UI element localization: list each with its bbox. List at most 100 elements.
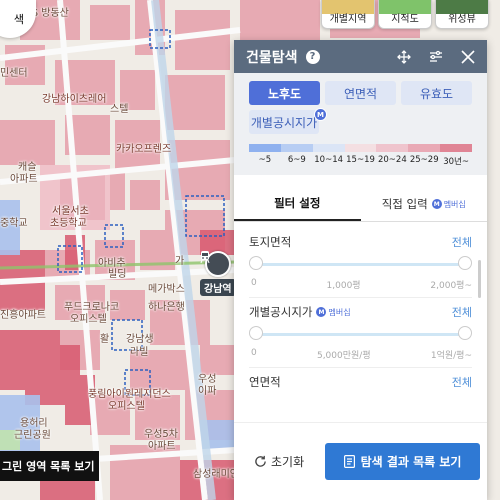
legend-label: 6~9 bbox=[287, 155, 306, 165]
slider-track bbox=[253, 263, 468, 266]
map-label: 오피스텔 bbox=[108, 401, 145, 412]
panel-footer: 초기화 탐색 결과 목록 보기 bbox=[234, 422, 487, 500]
subtab-filter-settings-label: 필터 설정 bbox=[274, 196, 321, 210]
land-area-title: 토지면적 bbox=[249, 235, 292, 249]
legend-label: ~5 bbox=[258, 155, 272, 165]
slider-max-handle[interactable] bbox=[458, 326, 472, 340]
membership-tag: M 멤버십 bbox=[316, 307, 351, 318]
official-price-all-link[interactable]: 전체 bbox=[452, 304, 472, 320]
settings-icon[interactable] bbox=[429, 50, 443, 64]
reset-button[interactable]: 초기화 bbox=[254, 453, 304, 470]
tab-floor-area[interactable]: 연면적 bbox=[325, 81, 396, 105]
map-label: 중학교 bbox=[0, 218, 28, 229]
list-document-icon bbox=[343, 455, 355, 468]
slider-min-handle[interactable] bbox=[249, 256, 263, 270]
tick-label: 0 bbox=[251, 348, 257, 358]
map-label: 이파 bbox=[198, 386, 217, 397]
legend-swatch bbox=[249, 144, 281, 152]
tick-label: 2,000평~ bbox=[430, 281, 472, 291]
gangnam-station-marker[interactable]: 강남역 bbox=[200, 251, 236, 296]
map-label: 진흥아파트 bbox=[0, 310, 46, 321]
close-icon[interactable] bbox=[461, 49, 475, 64]
map-label: 민센터 bbox=[0, 68, 28, 79]
map-label: 라빌 bbox=[130, 347, 149, 358]
legend-label: 15~19 bbox=[346, 155, 375, 165]
tick-label: 0 bbox=[251, 278, 257, 288]
map-label: 하나은행 bbox=[148, 302, 185, 313]
legend-label: 20~24 bbox=[377, 155, 407, 165]
legend-swatch bbox=[312, 144, 345, 152]
legend-label: 30년~ bbox=[443, 157, 469, 167]
divider bbox=[249, 367, 472, 368]
membership-tag: M 멤버십 bbox=[431, 199, 466, 210]
official-price-filter: 개별공시지가 M 멤버십 전체 0 5,000만원/평 1억원/평~ bbox=[234, 300, 487, 361]
membership-badge-icon: M bbox=[431, 199, 442, 209]
map-label: 삼성래미안 bbox=[193, 469, 239, 480]
tab-effectiveness[interactable]: 유효도 bbox=[401, 81, 472, 105]
subtab-direct-input-label: 직접 입력 bbox=[381, 197, 428, 211]
land-map-button[interactable]: 지적도 bbox=[378, 0, 432, 29]
refresh-icon bbox=[255, 455, 266, 467]
building-search-panel: 건물탐색 ? 노후도 연면적 유효도 개별공시지가 M ~5 6~9 10~14… bbox=[234, 40, 487, 500]
map-label: 카카오프렌즈 bbox=[116, 144, 172, 155]
legend-label: 10~14 bbox=[314, 155, 344, 165]
station-name: 강남역 bbox=[200, 279, 236, 296]
legend-color-bar bbox=[249, 144, 473, 152]
membership-label: 멤버십 bbox=[443, 199, 466, 209]
tick-label: 1,000평 bbox=[326, 281, 361, 291]
floor-area-title: 연면적 bbox=[249, 375, 281, 389]
tab-building-age[interactable]: 노후도 bbox=[249, 81, 320, 105]
map-label: 강남하이츠레어 bbox=[42, 94, 107, 105]
legend-swatch bbox=[344, 144, 377, 152]
land-area-filter: 토지면적 전체 0 1,000평 2,000평~ bbox=[234, 230, 487, 291]
help-icon[interactable]: ? bbox=[305, 49, 320, 64]
legend-swatch bbox=[376, 144, 409, 152]
move-icon[interactable] bbox=[397, 49, 411, 64]
floor-area-all-link[interactable]: 전체 bbox=[452, 374, 472, 390]
tab-official-land-price-label: 개별공시지가 bbox=[250, 115, 318, 130]
map-layer-selector: 노후도 연면적 유효도 개별공시지가 M ~5 6~9 10~14 15~19 20~2… bbox=[234, 73, 487, 175]
legend-swatch bbox=[408, 144, 441, 152]
cadastral-area-button[interactable]: 개별지역 bbox=[321, 0, 375, 29]
membership-label: 멤버십 bbox=[328, 307, 351, 317]
subtab-filter-settings[interactable]: 필터 설정 bbox=[234, 187, 361, 221]
panel-title: 건물탐색 bbox=[246, 49, 298, 66]
membership-badge-icon: M bbox=[314, 108, 327, 121]
map-label: 아파트 bbox=[10, 174, 38, 185]
land-area-all-link[interactable]: 전체 bbox=[452, 234, 472, 250]
map-label: 초등학교 bbox=[50, 218, 87, 229]
tick-label: 1억원/평~ bbox=[430, 351, 472, 361]
satellite-view-label: 위성뷰 bbox=[448, 14, 476, 25]
map-label: 아파트 bbox=[148, 441, 176, 452]
map-label: 근린공원 bbox=[14, 430, 51, 441]
tick-label: 5,000만원/평 bbox=[316, 351, 371, 361]
membership-badge-icon: M bbox=[316, 307, 327, 317]
official-price-slider[interactable] bbox=[249, 324, 472, 344]
reset-label: 초기화 bbox=[271, 455, 305, 469]
official-price-title: 개별공시지가 bbox=[249, 305, 313, 319]
legend-labels: ~5 6~9 10~14 15~19 20~24 25~29 30년~ bbox=[249, 155, 472, 167]
slider-max-handle[interactable] bbox=[458, 256, 472, 270]
panel-header: 건물탐색 ? bbox=[234, 40, 487, 73]
view-results-button[interactable]: 탐색 결과 목록 보기 bbox=[325, 443, 480, 480]
drawn-area-list-button[interactable]: 그린 영역 목록 보기 bbox=[0, 451, 99, 481]
map-label: 메가박스 bbox=[148, 284, 185, 295]
map-label: 빌딩 bbox=[108, 269, 127, 280]
subtab-direct-input[interactable]: 직접 입력 M 멤버십 bbox=[361, 187, 488, 221]
land-area-slider[interactable] bbox=[249, 254, 472, 274]
map-label: 오피스텔 bbox=[70, 314, 107, 325]
map-type-label: 색 bbox=[13, 13, 24, 26]
legend-swatch bbox=[440, 144, 473, 152]
slider-min-handle[interactable] bbox=[249, 326, 263, 340]
floor-area-filter: 연면적 전체 bbox=[234, 370, 487, 394]
land-map-label: 지적도 bbox=[391, 14, 419, 25]
tab-official-land-price[interactable]: 개별공시지가 M bbox=[249, 108, 327, 134]
satellite-view-button[interactable]: 위성뷰 bbox=[435, 0, 489, 29]
view-results-label: 탐색 결과 목록 보기 bbox=[360, 455, 462, 469]
drawn-area-list-label: 그린 영역 목록 보기 bbox=[2, 460, 95, 473]
slider-track bbox=[253, 333, 468, 336]
legend-swatch bbox=[280, 144, 313, 152]
map-label: 스텔 bbox=[110, 104, 129, 115]
map-label: 활 bbox=[100, 334, 110, 345]
cadastral-area-label: 개별지역 bbox=[329, 14, 367, 25]
